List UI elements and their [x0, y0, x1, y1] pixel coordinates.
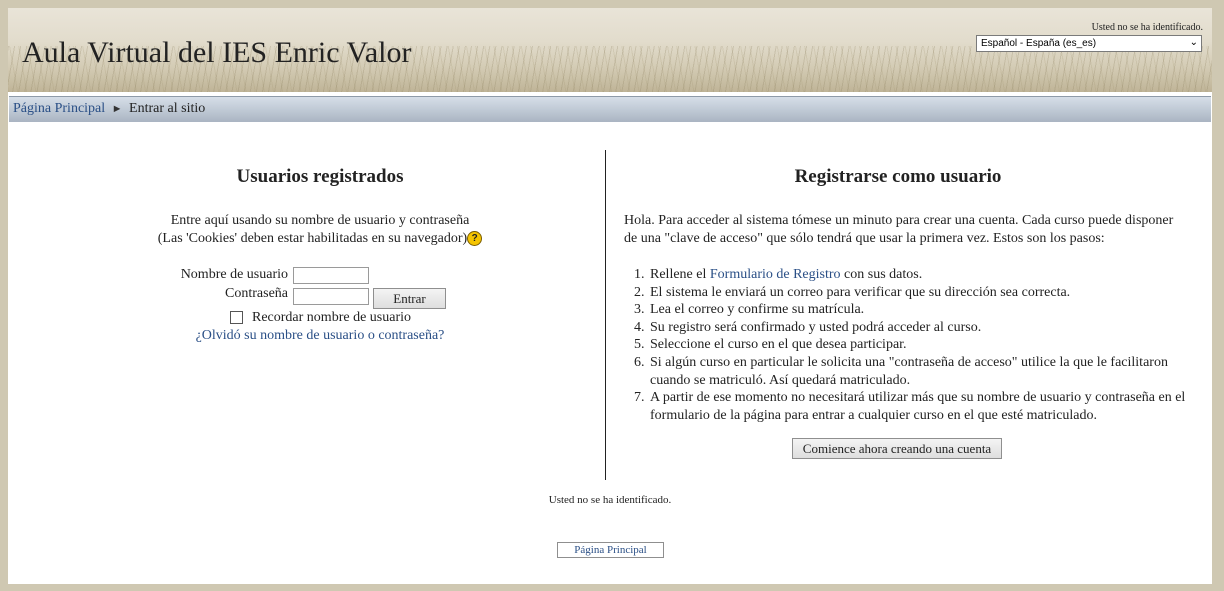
page-frame: Aula Virtual del IES Enric Valor Usted n…	[8, 8, 1212, 584]
login-heading: Usuarios registrados	[236, 166, 404, 187]
list-item: Lea el correo y confirme su matrícula.	[648, 301, 1208, 319]
signup-intro: Hola. Para acceder al sistema tómese un …	[624, 213, 1174, 246]
list-item: Su registro será confirmado y usted podr…	[648, 319, 1208, 337]
list-item: A partir de ese momento no necesitará ut…	[648, 389, 1208, 424]
create-account-button[interactable]: Comience ahora creando una cuenta	[792, 438, 1002, 459]
breadcrumb: Página Principal ► Entrar al sitio	[9, 96, 1211, 122]
signup-steps: Rellene el Formulario de Registro con su…	[624, 266, 1208, 424]
username-input[interactable]	[293, 267, 369, 284]
footer-home-button[interactable]: Página Principal	[557, 542, 664, 558]
username-label: Nombre de usuario	[180, 267, 288, 282]
language-selected-value: Español - España (es_es)	[981, 38, 1097, 49]
password-input[interactable]	[293, 288, 369, 305]
login-intro-line1: Entre aquí usando su nombre de usuario y…	[170, 213, 470, 228]
list-item: El sistema le enviará un correo para ver…	[648, 284, 1208, 302]
list-item: Seleccione el curso en el que desea part…	[648, 336, 1208, 354]
login-intro-line2: (Las 'Cookies' deben estar habilitadas e…	[8, 230, 632, 248]
login-button[interactable]: Entrar	[373, 288, 446, 309]
list-item: Si algún curso en particular le solicita…	[648, 354, 1208, 389]
signup-form-link[interactable]: Formulario de Registro	[710, 267, 841, 282]
cookies-note: (Las 'Cookies' deben estar habilitadas e…	[157, 231, 468, 246]
remember-username-checkbox[interactable]	[230, 311, 243, 324]
breadcrumb-home-link[interactable]: Página Principal	[13, 101, 105, 116]
login-intro: Entre aquí usando su nombre de usuario y…	[8, 212, 632, 248]
step-text: con sus datos.	[840, 267, 923, 282]
login-info: Usted no se ha identificado.	[1091, 22, 1203, 33]
footer-login-info: Usted no se ha identificado.	[548, 494, 672, 506]
site-title: Aula Virtual del IES Enric Valor	[22, 36, 412, 69]
remember-username-label: Recordar nombre de usuario	[252, 310, 411, 325]
site-header: Aula Virtual del IES Enric Valor Usted n…	[8, 8, 1212, 92]
list-item: Rellene el Formulario de Registro con su…	[648, 266, 1208, 284]
breadcrumb-current: Entrar al sitio	[129, 101, 206, 116]
breadcrumb-separator-icon: ►	[111, 103, 123, 115]
chevron-down-icon: ⌄	[1189, 37, 1198, 48]
forgot-password-link[interactable]: ¿Olvidó su nombre de usuario o contraseñ…	[196, 328, 445, 343]
password-label: Contraseña	[225, 286, 288, 301]
signup-heading: Registrarse como usuario	[794, 166, 1002, 187]
language-select[interactable]: Español - España (es_es) ⌄	[976, 35, 1202, 52]
forgot-password-row: ¿Olvidó su nombre de usuario o contraseñ…	[8, 328, 632, 344]
step-text: Rellene el	[650, 267, 710, 282]
help-icon[interactable]: ?	[467, 231, 483, 247]
column-divider	[605, 150, 606, 480]
